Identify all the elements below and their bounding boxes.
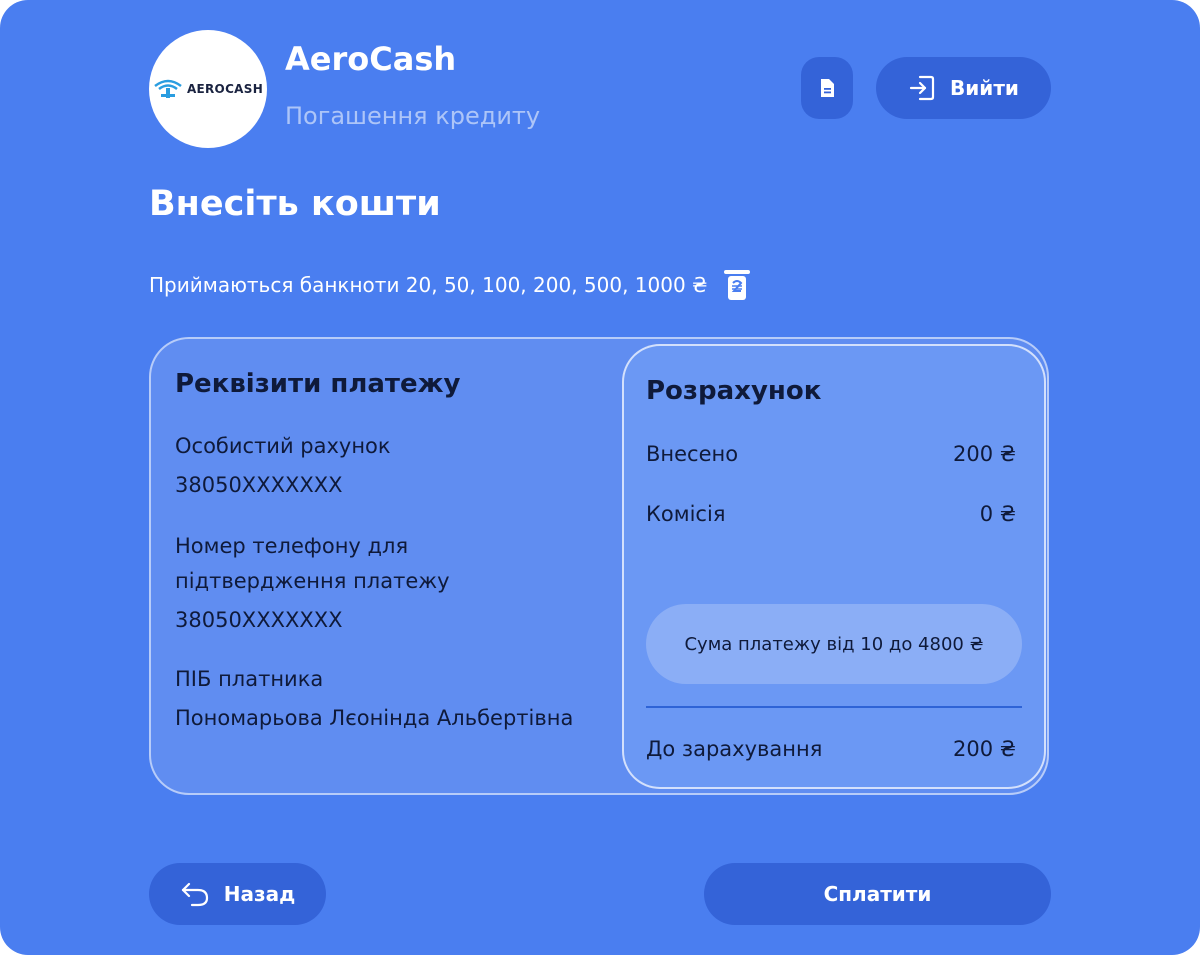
- total-row: До зарахування 200 ₴: [646, 737, 1016, 761]
- account-label: Особистий рахунок: [175, 434, 391, 458]
- exit-label: Вийти: [950, 76, 1019, 100]
- fee-row: Комісія 0 ₴: [646, 502, 1016, 526]
- phone-label-line1: Номер телефону для: [175, 534, 409, 558]
- phone-label-line2: підтвердження платежу: [175, 569, 450, 593]
- total-value: 200 ₴: [952, 737, 1016, 761]
- deposited-value: 200 ₴: [952, 442, 1016, 466]
- undo-arrow-icon: [181, 882, 208, 907]
- brand-name: AeroCash: [285, 40, 457, 78]
- divider: [646, 706, 1022, 708]
- account-value: 38050XXXXXXX: [175, 473, 343, 497]
- calculation-title: Розрахунок: [646, 376, 822, 406]
- total-label: До зарахування: [646, 737, 823, 761]
- back-label: Назад: [223, 882, 296, 906]
- payer-label: ПІБ платника: [175, 667, 324, 691]
- banknotes-text: Приймаються банкноти 20, 50, 100, 200, 5…: [149, 273, 708, 297]
- deposited-label: Внесено: [646, 442, 739, 466]
- phone-value: 38050XXXXXXX: [175, 608, 343, 632]
- payment-card: Реквізити платежу Особистий рахунок 3805…: [149, 337, 1049, 795]
- calculation-panel: Розрахунок Внесено 200 ₴ Комісія 0 ₴ Сум…: [622, 344, 1046, 789]
- brand-subtitle: Погашення кредиту: [285, 102, 541, 130]
- document-icon: [821, 79, 834, 97]
- sign-in-icon: [909, 75, 935, 101]
- fee-value: 0 ₴: [979, 502, 1016, 526]
- logo-text: AEROCASH: [186, 82, 264, 96]
- payer-value: Пономарьова Лєонінда Альбертівна: [175, 706, 574, 730]
- pay-label: Сплатити: [823, 882, 932, 906]
- payment-limit-note: Сума платежу від 10 до 4800 ₴: [646, 604, 1022, 684]
- brand-logo: AEROCASH: [149, 30, 267, 148]
- deposited-row: Внесено 200 ₴: [646, 442, 1016, 466]
- exit-button[interactable]: Вийти: [876, 57, 1051, 119]
- cash-slot-icon: [723, 270, 750, 300]
- document-button[interactable]: [801, 57, 853, 119]
- pay-button[interactable]: Сплатити: [704, 863, 1051, 925]
- aerocash-logo-icon: [154, 79, 182, 98]
- banknotes-info: Приймаються банкноти 20, 50, 100, 200, 5…: [149, 268, 752, 302]
- details-title: Реквізити платежу: [175, 369, 461, 399]
- back-button[interactable]: Назад: [149, 863, 326, 925]
- app-window: AEROCASH AeroCash Погашення кредиту Вийт…: [0, 0, 1200, 955]
- payment-details: Реквізити платежу Особистий рахунок 3805…: [175, 369, 615, 736]
- fee-label: Комісія: [646, 502, 726, 526]
- page-title: Внесіть кошти: [149, 184, 441, 224]
